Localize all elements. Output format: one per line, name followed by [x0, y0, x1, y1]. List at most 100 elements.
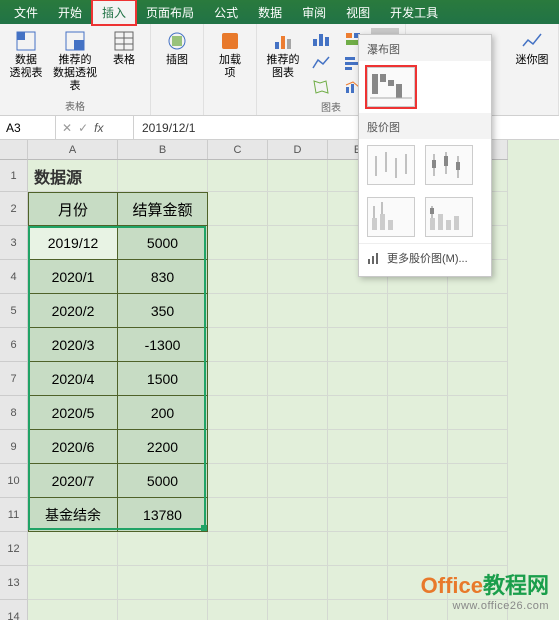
cell-G5[interactable] [448, 294, 508, 328]
cell-A6[interactable]: 2020/3 [28, 328, 118, 362]
cell-F9[interactable] [388, 430, 448, 464]
addins-button[interactable]: 加载 项 [210, 28, 250, 82]
cell-C3[interactable] [208, 226, 268, 260]
cell-E13[interactable] [328, 566, 388, 600]
cell-C1[interactable] [208, 160, 268, 192]
cell-B2[interactable]: 结算金额 [118, 192, 208, 226]
row-header-6[interactable]: 6 [0, 328, 28, 362]
tab-data[interactable]: 数据 [248, 0, 292, 25]
cell-B6[interactable]: -1300 [118, 328, 208, 362]
col-header-B[interactable]: B [118, 140, 208, 159]
cell-E8[interactable] [328, 396, 388, 430]
fx-icon[interactable]: fx [94, 121, 103, 135]
tab-dev[interactable]: 开发工具 [380, 0, 448, 25]
cell-C14[interactable] [208, 600, 268, 620]
cell-A9[interactable]: 2020/6 [28, 430, 118, 464]
cell-C12[interactable] [208, 532, 268, 566]
tab-review[interactable]: 审阅 [292, 0, 336, 25]
col-header-A[interactable]: A [28, 140, 118, 159]
cell-B11[interactable]: 13780 [118, 498, 208, 532]
cell-B8[interactable]: 200 [118, 396, 208, 430]
cell-D11[interactable] [268, 498, 328, 532]
cell-G10[interactable] [448, 464, 508, 498]
cell-B13[interactable] [118, 566, 208, 600]
cell-A4[interactable]: 2020/1 [28, 260, 118, 294]
waterfall-chart-thumb[interactable] [367, 67, 415, 107]
formula-input[interactable] [134, 116, 559, 139]
cell-G9[interactable] [448, 430, 508, 464]
cell-C6[interactable] [208, 328, 268, 362]
cell-E12[interactable] [328, 532, 388, 566]
line-chart-button[interactable] [307, 52, 335, 74]
cell-A8[interactable]: 2020/5 [28, 396, 118, 430]
stock-chart-thumb-1[interactable] [367, 145, 415, 185]
cell-G12[interactable] [448, 532, 508, 566]
cell-D7[interactable] [268, 362, 328, 396]
cell-C7[interactable] [208, 362, 268, 396]
cell-C5[interactable] [208, 294, 268, 328]
tab-insert[interactable]: 插入 [92, 0, 136, 25]
tab-view[interactable]: 视图 [336, 0, 380, 25]
cell-D13[interactable] [268, 566, 328, 600]
cell-A3[interactable]: 2019/12 [28, 226, 118, 260]
cell-D12[interactable] [268, 532, 328, 566]
cell-D4[interactable] [268, 260, 328, 294]
cell-B9[interactable]: 2200 [118, 430, 208, 464]
cell-A1[interactable]: 数据源 [28, 160, 118, 192]
cell-C13[interactable] [208, 566, 268, 600]
cell-G6[interactable] [448, 328, 508, 362]
cell-B3[interactable]: 5000 [118, 226, 208, 260]
cell-C8[interactable] [208, 396, 268, 430]
cell-A10[interactable]: 2020/7 [28, 464, 118, 498]
sparkline-button[interactable]: 迷你图 [512, 28, 552, 69]
cell-E5[interactable] [328, 294, 388, 328]
row-header-4[interactable]: 4 [0, 260, 28, 294]
tab-layout[interactable]: 页面布局 [136, 0, 204, 25]
row-header-9[interactable]: 9 [0, 430, 28, 464]
cell-B7[interactable]: 1500 [118, 362, 208, 396]
row-header-2[interactable]: 2 [0, 192, 28, 226]
cell-G8[interactable] [448, 396, 508, 430]
row-header-12[interactable]: 12 [0, 532, 28, 566]
cell-D8[interactable] [268, 396, 328, 430]
cell-F12[interactable] [388, 532, 448, 566]
rec-chart-button[interactable]: 推荐的 图表 [263, 28, 303, 82]
cell-G11[interactable] [448, 498, 508, 532]
row-header-8[interactable]: 8 [0, 396, 28, 430]
row-header-1[interactable]: 1 [0, 160, 28, 192]
cell-B12[interactable] [118, 532, 208, 566]
cell-F6[interactable] [388, 328, 448, 362]
cell-B5[interactable]: 350 [118, 294, 208, 328]
cell-A5[interactable]: 2020/2 [28, 294, 118, 328]
cell-E6[interactable] [328, 328, 388, 362]
cell-F8[interactable] [388, 396, 448, 430]
cell-B4[interactable]: 830 [118, 260, 208, 294]
stock-chart-thumb-3[interactable] [367, 197, 415, 237]
illustrations-button[interactable]: 插图 [157, 28, 197, 69]
cell-C4[interactable] [208, 260, 268, 294]
tab-formulas[interactable]: 公式 [204, 0, 248, 25]
cell-F11[interactable] [388, 498, 448, 532]
cell-C9[interactable] [208, 430, 268, 464]
cell-C10[interactable] [208, 464, 268, 498]
map-chart-button[interactable] [307, 76, 335, 98]
cell-D6[interactable] [268, 328, 328, 362]
cell-B1[interactable] [118, 160, 208, 192]
cell-A2[interactable]: 月份 [28, 192, 118, 226]
rec-pivot-button[interactable]: 推荐的 数据透视表 [50, 28, 100, 96]
cell-D3[interactable] [268, 226, 328, 260]
cell-D2[interactable] [268, 192, 328, 226]
cancel-icon[interactable]: ✕ [62, 121, 72, 135]
cell-E9[interactable] [328, 430, 388, 464]
table-button[interactable]: 表格 [104, 28, 144, 69]
name-box[interactable]: A3 [0, 116, 56, 139]
col-header-C[interactable]: C [208, 140, 268, 159]
cell-E7[interactable] [328, 362, 388, 396]
cell-B10[interactable]: 5000 [118, 464, 208, 498]
select-all-corner[interactable] [0, 140, 28, 160]
cell-E14[interactable] [328, 600, 388, 620]
row-header-10[interactable]: 10 [0, 464, 28, 498]
pivot-table-button[interactable]: 数据 透视表 [6, 28, 46, 82]
cell-F5[interactable] [388, 294, 448, 328]
tab-file[interactable]: 文件 [4, 0, 48, 25]
